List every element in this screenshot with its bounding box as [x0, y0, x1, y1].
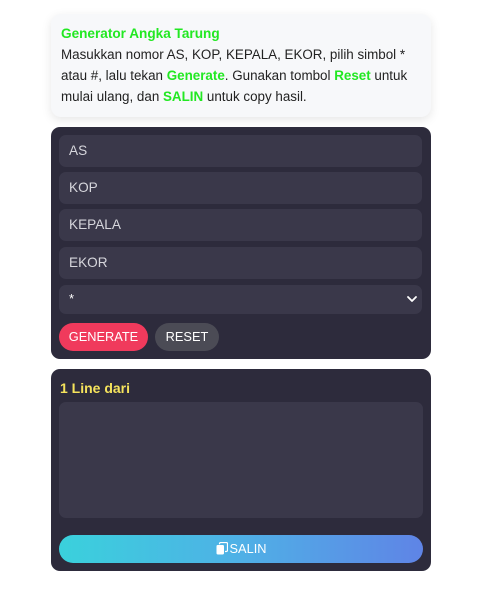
- copy-icon: [216, 542, 228, 555]
- reset-keyword: Reset: [334, 68, 371, 83]
- salin-button[interactable]: SALIN: [59, 535, 423, 563]
- generate-button[interactable]: GENERATE: [59, 323, 148, 351]
- chevron-down-icon: [407, 296, 417, 302]
- instructions-card: Generator Angka Tarung Masukkan nomor AS…: [51, 14, 431, 117]
- kepala-input[interactable]: KEPALA: [59, 209, 422, 241]
- instructions-text-part-2: . Gunakan tombol: [224, 68, 335, 83]
- instructions-text: Masukkan nomor AS, KOP, KEPALA, EKOR, pi…: [61, 44, 421, 107]
- ekor-input[interactable]: EKOR: [59, 247, 422, 279]
- symbol-select-value: *: [69, 291, 75, 306]
- salin-label: SALIN: [229, 541, 267, 556]
- salin-keyword: SALIN: [163, 89, 204, 104]
- output-textarea[interactable]: [59, 402, 423, 518]
- output-panel: 1 Line dari SALIN: [51, 369, 431, 571]
- kop-input[interactable]: KOP: [59, 172, 422, 204]
- generate-keyword: Generate: [166, 68, 225, 83]
- as-input[interactable]: AS: [59, 135, 422, 167]
- input-form-panel: AS KOP KEPALA EKOR * GENERATE RESET: [51, 127, 431, 359]
- reset-button[interactable]: RESET: [155, 323, 219, 351]
- instructions-text-part-4: untuk copy hasil.: [203, 89, 307, 104]
- app-title: Generator Angka Tarung: [61, 26, 220, 41]
- output-title: 1 Line dari: [60, 380, 131, 396]
- symbol-select[interactable]: *: [59, 285, 422, 314]
